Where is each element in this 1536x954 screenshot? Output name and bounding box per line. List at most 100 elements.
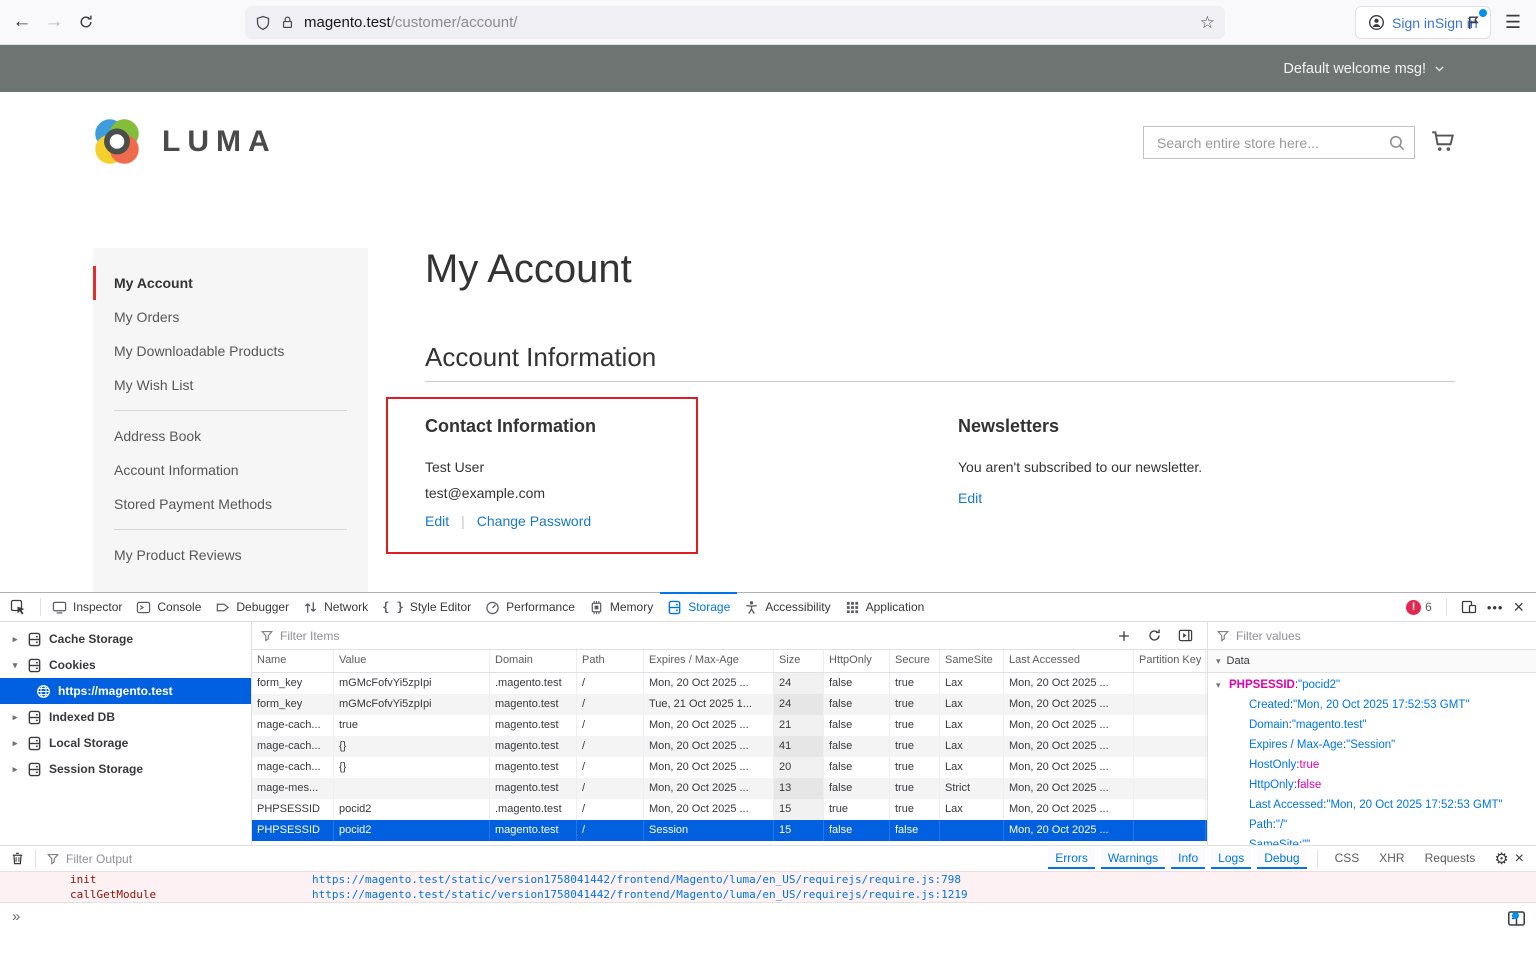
cookie-row[interactable]: form_keymGMcFofvYi5zpIpi.magento.test/Mo… [252,673,1207,694]
cookie-row[interactable]: mage-mes...magento.test/Mon, 20 Oct 2025… [252,778,1207,799]
col-expires[interactable]: Expires / Max-Age [644,650,774,672]
menu-hamburger-icon[interactable]: ☰ [1498,7,1528,37]
tab-console[interactable]: Console [129,593,208,621]
error-count-button[interactable]: ! 6 [1406,600,1432,615]
cookie-row-selected[interactable]: PHPSESSIDpocid2magento.test/Session15fal… [252,820,1207,841]
tree-item-cache-storage[interactable]: ▸Cache Storage [0,626,251,652]
tab-storage[interactable]: Storage [660,593,737,621]
sidebar-item-my-product-reviews[interactable]: My Product Reviews [93,538,368,572]
tab-style-editor[interactable]: { }Style Editor [375,593,478,621]
cookie-rows: form_keymGMcFofvYi5zpIpi.magento.test/Mo… [252,673,1207,845]
reload-button[interactable] [70,6,102,38]
sidebar-item-my-wish-list[interactable]: My Wish List [93,368,368,402]
data-entry[interactable]: HostOnly:true [1208,755,1536,775]
filter-values-input[interactable] [1236,629,1528,643]
tab-performance[interactable]: Performance [478,593,582,621]
sidebar-item-my-downloadable-products[interactable]: My Downloadable Products [93,334,368,368]
col-httponly[interactable]: HttpOnly [824,650,890,672]
cookie-row[interactable]: form_keymGMcFofvYi5zpIpimagento.test/Tue… [252,694,1207,715]
data-entry[interactable]: Created:"Mon, 20 Oct 2025 17:52:53 GMT" [1208,695,1536,715]
stack-frame[interactable]: callGetModule https://magento.test/stati… [0,887,1536,902]
tracking-shield-icon[interactable] [255,15,271,31]
save-flag-icon[interactable] [1458,7,1488,37]
col-value[interactable]: Value [334,650,490,672]
cookie-row[interactable]: mage-cach...{}magento.test/Mon, 20 Oct 2… [252,757,1207,778]
stack-frame[interactable]: init https://magento.test/static/version… [0,872,1536,887]
tab-inspector[interactable]: Inspector [45,593,129,621]
sidebar-item-address-book[interactable]: Address Book [93,419,368,453]
clear-console-trash-icon[interactable] [10,851,25,866]
data-entry[interactable]: SameSite:"" [1208,835,1536,845]
tab-network[interactable]: Network [296,593,375,621]
filter-debug-button[interactable]: Debug [1257,848,1306,869]
filter-warnings-button[interactable]: Warnings [1101,848,1165,869]
forward-button[interactable]: → [38,6,70,38]
data-entry[interactable]: Path:"/" [1208,815,1536,835]
cookie-row[interactable]: PHPSESSIDpocid2.magento.test/Mon, 20 Oct… [252,799,1207,820]
col-samesite[interactable]: SameSite [940,650,1004,672]
stack-source-link[interactable]: https://magento.test/static/version17580… [312,872,961,887]
filter-info-button[interactable]: Info [1171,848,1205,869]
search-input[interactable] [1144,135,1388,151]
add-item-icon[interactable] [1117,629,1131,643]
cart-icon[interactable] [1430,128,1456,154]
lock-icon[interactable] [280,15,295,30]
tab-accessibility[interactable]: Accessibility [737,593,837,621]
edit-contact-link[interactable]: Edit [425,513,449,529]
data-entry[interactable]: Last Accessed:"Mon, 20 Oct 2025 17:52:53… [1208,795,1536,815]
console-settings-gear-icon[interactable]: ⚙ [1494,849,1508,869]
data-entry[interactable]: Domain:"magento.test" [1208,715,1536,735]
tab-application[interactable]: Application [838,593,932,621]
welcome-bar[interactable]: Default welcome msg! [0,45,1536,92]
tab-memory[interactable]: Memory [582,593,660,621]
data-root-node[interactable]: ▾PHPSESSID:"pocid2" [1208,675,1536,695]
performance-icon [485,600,500,615]
data-section-header[interactable]: ▾ Data [1208,650,1536,673]
cookie-row[interactable]: mage-cach...{}magento.test/Mon, 20 Oct 2… [252,736,1207,757]
col-secure[interactable]: Secure [890,650,940,672]
tab-debugger[interactable]: Debugger [208,593,296,621]
responsive-design-mode-icon[interactable] [1461,599,1477,615]
bookmark-star-icon[interactable]: ☆ [1200,13,1215,33]
filter-logs-button[interactable]: Logs [1211,848,1251,869]
cookie-row[interactable]: mage-cach...truemagento.test/Mon, 20 Oct… [252,715,1207,736]
col-size[interactable]: Size [774,650,824,672]
tree-item-cookies[interactable]: ▾Cookies [0,652,251,678]
tree-item-local-storage[interactable]: ▸Local Storage [0,730,251,756]
sidebar-item-my-account[interactable]: My Account [93,266,368,300]
refresh-items-icon[interactable] [1147,628,1162,643]
devtools-menu-icon[interactable]: ••• [1487,600,1504,615]
data-entry[interactable]: HttpOnly:false [1208,775,1536,795]
split-console-icon[interactable] [1507,909,1526,928]
col-last-accessed[interactable]: Last Accessed [1004,650,1134,672]
devtools-close-icon[interactable]: × [1513,598,1524,616]
console-input-row[interactable]: » [0,902,1536,954]
url-bar[interactable]: magento.test/customer/account/ ☆ [245,6,1225,39]
filter-xhr-button[interactable]: XHR [1372,848,1411,869]
col-domain[interactable]: Domain [490,650,577,672]
pick-element-button[interactable] [0,599,36,615]
tree-item-session-storage[interactable]: ▸Session Storage [0,756,251,782]
change-password-link[interactable]: Change Password [477,513,591,529]
toggle-sidebar-icon[interactable] [1178,628,1193,643]
tree-item-magento-host[interactable]: https://magento.test [0,678,251,704]
filter-errors-button[interactable]: Errors [1048,848,1095,869]
col-name[interactable]: Name [252,650,334,672]
back-button[interactable]: ← [6,6,38,38]
filter-items-input[interactable] [280,629,1111,643]
col-partition-key[interactable]: Partition Key [1134,650,1206,672]
filter-css-button[interactable]: CSS [1328,848,1367,869]
console-close-icon[interactable]: × [1515,851,1524,867]
sidebar-item-stored-payment-methods[interactable]: Stored Payment Methods [93,487,368,521]
sidebar-item-account-information[interactable]: Account Information [93,453,368,487]
stack-source-link[interactable]: https://magento.test/static/version17580… [312,887,968,902]
search-icon[interactable] [1388,134,1406,152]
filter-requests-button[interactable]: Requests [1418,848,1483,869]
luma-logo[interactable]: LUMA [88,113,277,171]
sidebar-item-my-orders[interactable]: My Orders [93,300,368,334]
tree-item-indexed-db[interactable]: ▸Indexed DB [0,704,251,730]
filter-output-input[interactable] [66,852,386,866]
data-entry[interactable]: Expires / Max-Age:"Session" [1208,735,1536,755]
edit-newsletter-link[interactable]: Edit [958,490,982,506]
col-path[interactable]: Path [577,650,644,672]
